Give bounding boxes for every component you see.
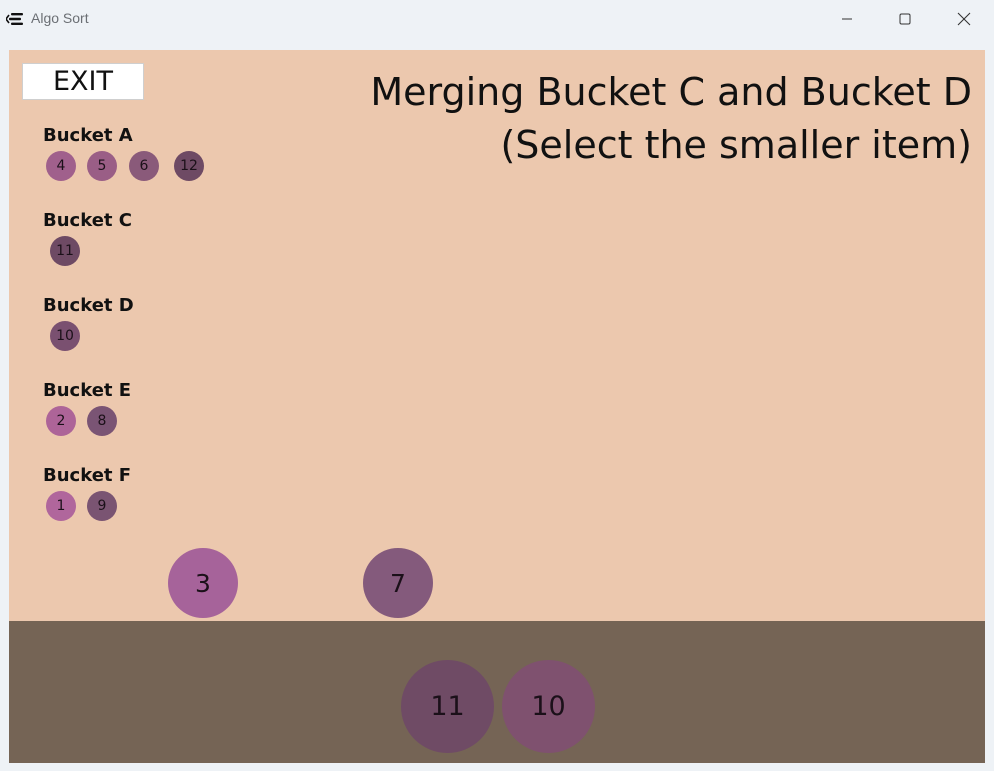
bucket-d-item[interactable]: 10 (50, 321, 80, 351)
bucket-f-label: Bucket F (43, 465, 132, 486)
title-bar: Algo Sort (0, 0, 994, 37)
exit-button[interactable]: EXIT (22, 63, 144, 100)
bucket-e-item[interactable]: 8 (87, 406, 117, 436)
bucket-a-label: Bucket A (43, 125, 133, 146)
bucket-f-item[interactable]: 1 (46, 491, 76, 521)
window-title: Algo Sort (31, 10, 89, 26)
maximize-icon (899, 13, 911, 24)
bucket-f-item[interactable]: 9 (87, 491, 117, 521)
merge-tray (9, 621, 985, 763)
close-button[interactable] (935, 0, 993, 37)
tray-item-bucket-d[interactable]: 10 (502, 660, 595, 753)
bucket-a-item[interactable]: 6 (129, 151, 159, 181)
minimize-button[interactable] (818, 0, 876, 37)
heading-line-2: (Select the smaller item) (500, 123, 972, 167)
bucket-e-item[interactable]: 2 (46, 406, 76, 436)
app-window: Algo Sort EXIT Merging Bucket C and Buck… (0, 0, 994, 771)
minimize-icon (842, 18, 852, 19)
merge-instruction: Merging Bucket C and Bucket D (Select th… (370, 66, 972, 172)
bucket-e-label: Bucket E (43, 380, 132, 401)
floating-item[interactable]: 7 (363, 548, 433, 618)
bucket-a-item[interactable]: 4 (46, 151, 76, 181)
maximize-button[interactable] (876, 0, 934, 37)
sort-icon (5, 11, 24, 25)
bucket-a-item[interactable]: 5 (87, 151, 117, 181)
close-icon (957, 12, 971, 25)
heading-line-1: Merging Bucket C and Bucket D (370, 70, 972, 114)
bucket-c-item[interactable]: 11 (50, 236, 80, 266)
floating-item[interactable]: 3 (168, 548, 238, 618)
bucket-c-label: Bucket C (43, 210, 132, 231)
tray-item-bucket-c[interactable]: 11 (401, 660, 494, 753)
bucket-d-label: Bucket D (43, 295, 134, 316)
bucket-a-item[interactable]: 12 (174, 151, 204, 181)
